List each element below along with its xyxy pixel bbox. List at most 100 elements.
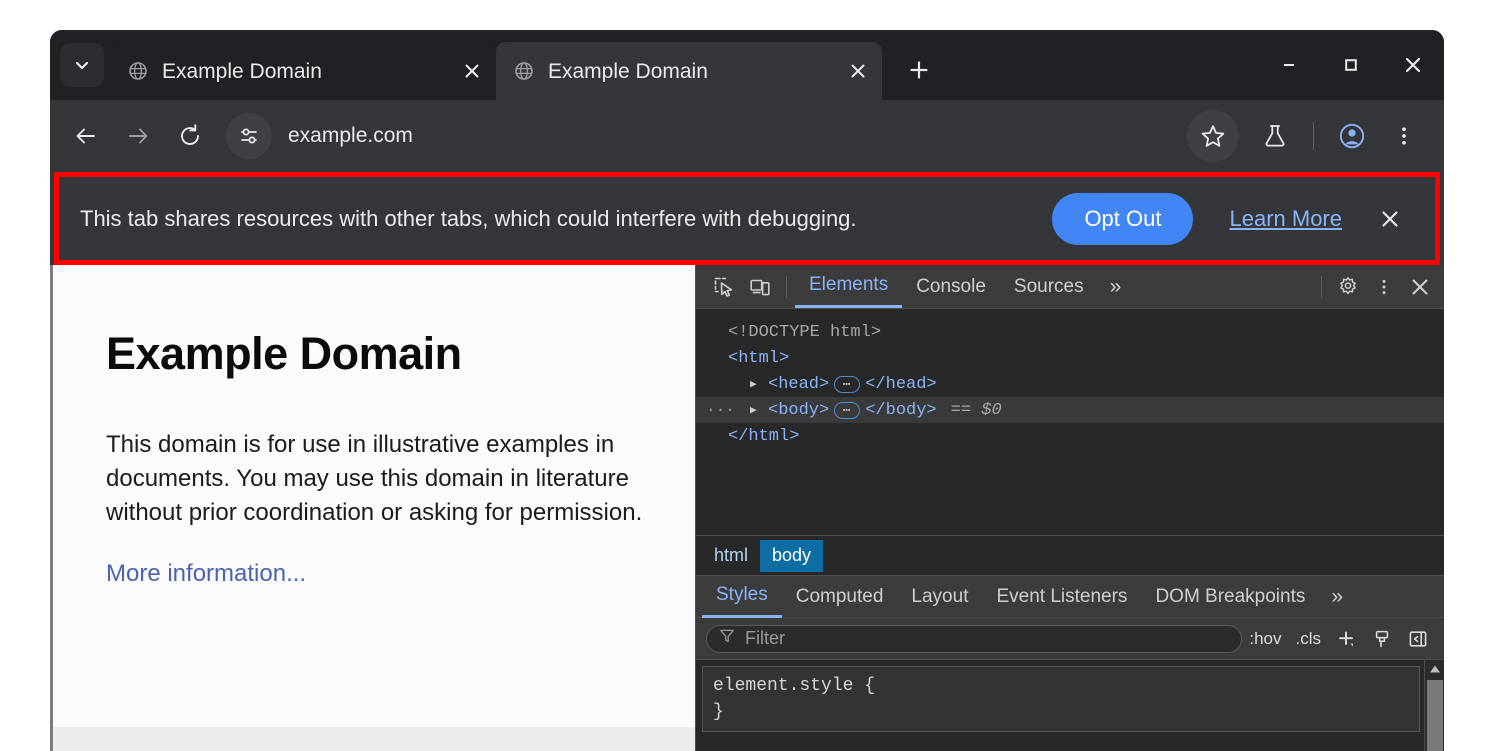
browser-menu-button[interactable] — [1378, 110, 1430, 162]
devtools-tab-elements[interactable]: Elements — [795, 265, 902, 308]
breadcrumb-item-body[interactable]: body — [760, 540, 823, 572]
reload-button[interactable] — [164, 110, 216, 162]
close-icon — [1409, 276, 1431, 298]
minimize-icon — [1281, 57, 1297, 73]
styles-scrollbar[interactable] — [1424, 660, 1444, 751]
dom-row[interactable]: ▶ <head> ⋯ </head> — [696, 371, 1444, 397]
dom-tree[interactable]: <!DOCTYPE html> <html> ▶ <head> ⋯ </head… — [696, 309, 1444, 535]
address-bar-url: example.com — [288, 124, 413, 148]
account-avatar-icon — [1338, 122, 1366, 150]
back-arrow-icon — [73, 123, 99, 149]
collapsed-children-badge[interactable]: ⋯ — [834, 402, 860, 419]
window-minimize-button[interactable] — [1258, 30, 1320, 100]
site-settings-button[interactable] — [226, 113, 272, 159]
tab-title: Example Domain — [162, 61, 456, 82]
dom-row-gutter[interactable]: ··· — [706, 401, 728, 419]
devtools-tab-sources[interactable]: Sources — [1000, 265, 1098, 308]
filter-funnel-icon — [719, 628, 735, 649]
dom-node-text: </html> — [728, 427, 799, 446]
infobar-close-button[interactable] — [1372, 201, 1408, 237]
breadcrumb-item-html[interactable]: html — [702, 540, 760, 572]
plus-icon — [908, 59, 930, 81]
copy-styles-button[interactable] — [1364, 621, 1400, 657]
dom-row-selected[interactable]: ··· ▶ <body> ⋯ </body> == $0 — [696, 397, 1444, 423]
dom-row[interactable]: <!DOCTYPE html> — [696, 319, 1444, 345]
browser-tab-active[interactable]: Example Domain — [496, 42, 882, 100]
forward-button[interactable] — [112, 110, 164, 162]
devtools-tab-console[interactable]: Console — [902, 265, 1000, 308]
dom-node-close-text: </head> — [865, 375, 936, 394]
three-dot-menu-icon — [1375, 278, 1393, 296]
style-filter-input[interactable]: Filter — [706, 625, 1242, 653]
collapsed-children-badge[interactable]: ⋯ — [834, 376, 860, 393]
element-style-selector: element.style { — [713, 673, 1409, 699]
toolbar-divider — [1313, 122, 1314, 150]
window-close-button[interactable] — [1382, 30, 1444, 100]
styles-tabs-overflow-button[interactable]: » — [1319, 575, 1355, 618]
plus-icon — [1336, 629, 1356, 649]
tab-close-button[interactable] — [456, 55, 488, 87]
devtools-settings-button[interactable] — [1330, 269, 1366, 305]
styles-scrollbar-thumb[interactable] — [1427, 680, 1443, 751]
devtools-more-button[interactable] — [1366, 269, 1402, 305]
dom-node-text: <head> — [768, 375, 829, 394]
new-style-rule-button[interactable] — [1328, 621, 1364, 657]
expand-triangle-icon[interactable]: ▶ — [750, 403, 768, 417]
star-icon — [1200, 123, 1226, 149]
flask-icon — [1262, 123, 1288, 149]
devtools-close-button[interactable] — [1402, 269, 1438, 305]
scroll-up-arrow-icon[interactable] — [1425, 660, 1444, 678]
styles-tab-layout[interactable]: Layout — [897, 575, 982, 618]
styles-sidebar-toggle-button[interactable] — [1400, 621, 1436, 657]
dom-breadcrumb: html body — [696, 535, 1444, 575]
tab-strip: Example Domain Example Domain — [50, 30, 1444, 100]
page-paragraph: This domain is for use in illustrative e… — [106, 428, 646, 530]
paintbrush-icon — [1372, 629, 1392, 649]
profile-avatar-button[interactable] — [1326, 110, 1378, 162]
new-tab-button[interactable] — [898, 49, 940, 91]
dom-node-text: <!DOCTYPE html> — [728, 323, 881, 342]
devtools-panel: Elements Console Sources » — [695, 265, 1444, 751]
styles-pane: Styles Computed Layout Event Listeners D… — [696, 575, 1444, 751]
more-information-link[interactable]: More information... — [106, 560, 306, 587]
page-document: Example Domain This domain is for use in… — [53, 265, 695, 727]
cls-toggle-button[interactable]: .cls — [1289, 629, 1329, 649]
infobar-message: This tab shares resources with other tab… — [80, 206, 1052, 232]
element-style-closing-brace: } — [713, 699, 1409, 725]
dom-row[interactable]: <html> — [696, 345, 1444, 371]
back-button[interactable] — [60, 110, 112, 162]
tab-search-button[interactable] — [60, 43, 104, 87]
styles-tab-event-listeners[interactable]: Event Listeners — [982, 575, 1141, 618]
styles-tab-computed[interactable]: Computed — [782, 575, 898, 618]
expand-triangle-icon[interactable]: ▶ — [750, 377, 768, 391]
close-icon — [1379, 208, 1401, 230]
devtools-toolbar-divider-right — [1321, 276, 1322, 298]
dom-row[interactable]: </html> — [696, 423, 1444, 449]
address-bar[interactable]: example.com — [222, 110, 1187, 162]
inspect-element-button[interactable] — [706, 269, 742, 305]
opt-out-button[interactable]: Opt Out — [1052, 193, 1193, 245]
styles-tab-styles[interactable]: Styles — [702, 575, 782, 618]
three-dot-menu-icon — [1393, 125, 1415, 147]
element-style-rule[interactable]: element.style { } — [702, 666, 1420, 732]
browser-toolbar: example.com — [50, 100, 1444, 172]
hov-toggle-button[interactable]: :hov — [1242, 629, 1288, 649]
page-viewport: Example Domain This domain is for use in… — [50, 265, 695, 751]
window-maximize-button[interactable] — [1320, 30, 1382, 100]
maximize-icon — [1343, 57, 1359, 73]
bookmark-star-button[interactable] — [1187, 110, 1239, 162]
window-controls — [1258, 30, 1444, 100]
close-icon — [1403, 55, 1423, 75]
globe-icon — [514, 61, 534, 81]
dom-node-close-text: </body> — [865, 401, 936, 420]
inspect-element-icon — [713, 276, 735, 298]
devtools-toolbar-divider — [786, 276, 787, 298]
labs-flask-button[interactable] — [1249, 110, 1301, 162]
browser-tab[interactable]: Example Domain — [110, 42, 496, 100]
tab-close-button[interactable] — [842, 55, 874, 87]
device-toolbar-button[interactable] — [742, 269, 778, 305]
styles-tab-dom-breakpoints[interactable]: DOM Breakpoints — [1141, 575, 1319, 618]
devtools-tabs-overflow-button[interactable]: » — [1098, 265, 1134, 308]
learn-more-link[interactable]: Learn More — [1229, 206, 1342, 232]
forward-arrow-icon — [125, 123, 151, 149]
